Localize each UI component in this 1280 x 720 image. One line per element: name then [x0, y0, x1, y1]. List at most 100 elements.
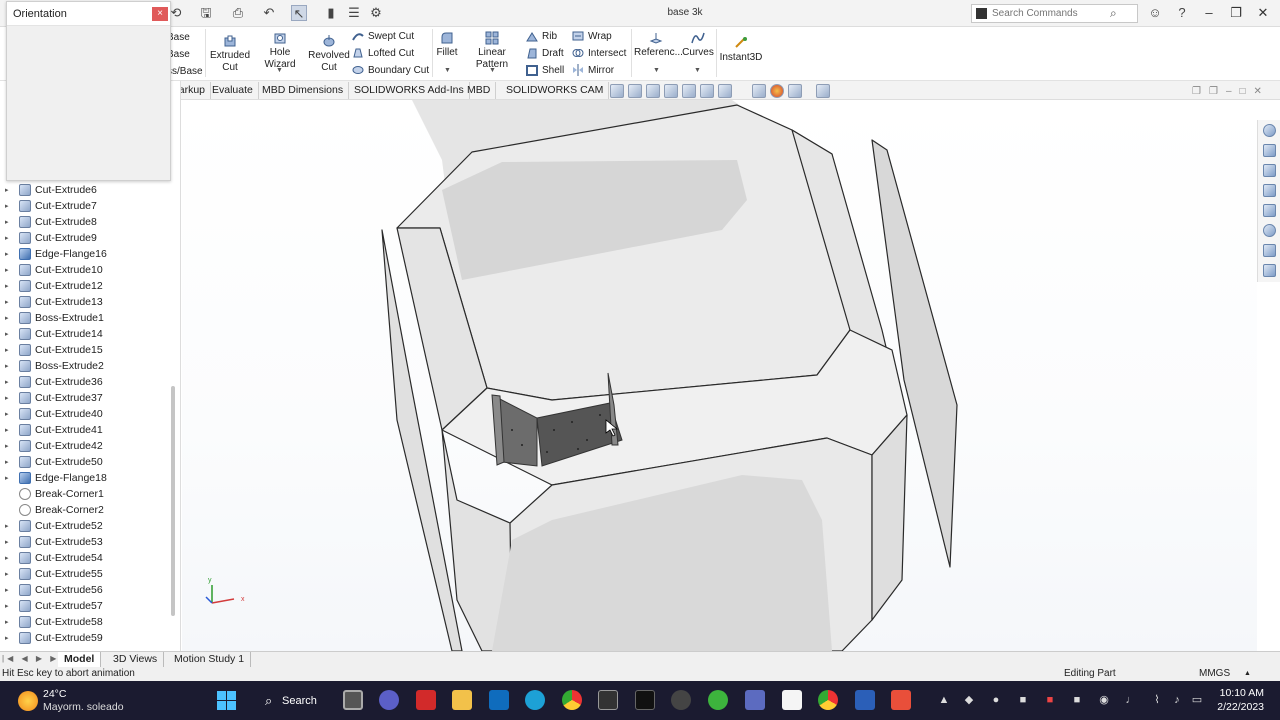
expand-arrow-icon[interactable]: ▸	[5, 362, 13, 370]
chrome-app-icon-2[interactable]	[818, 690, 838, 710]
tree-item[interactable]: Break-Corner1	[0, 486, 104, 502]
tree-item[interactable]: ▸ Boss-Extrude1	[0, 310, 104, 326]
tree-item[interactable]: ▸ Edge-Flange18	[0, 470, 107, 486]
tree-item[interactable]: ▸ Edge-Flange16	[0, 246, 107, 262]
viewport-close-icon[interactable]: ✕	[1254, 86, 1262, 97]
tree-item[interactable]: ▸ Cut-Extrude50	[0, 454, 103, 470]
extruded-cut-button[interactable]: Extruded Cut	[209, 34, 251, 74]
teams-chat-icon[interactable]	[379, 690, 399, 710]
draft-button[interactable]: Draft	[526, 45, 564, 61]
expand-arrow-icon[interactable]: ▸	[5, 442, 13, 450]
tray-icon-2[interactable]: ●	[989, 693, 1003, 707]
tab-mbd-dimensions[interactable]: MBD Dimensions	[257, 82, 350, 99]
tree-item[interactable]: ▸ Cut-Extrude59	[0, 630, 103, 646]
tree-item[interactable]: ▸ Cut-Extrude56	[0, 582, 103, 598]
expand-arrow-icon[interactable]: ▸	[5, 314, 13, 322]
tree-item[interactable]: ▸ Cut-Extrude40	[0, 406, 103, 422]
tray-icon-1[interactable]: ◆	[962, 693, 976, 707]
tree-item[interactable]: ▸ Cut-Extrude14	[0, 326, 103, 342]
expand-arrow-icon[interactable]: ▸	[5, 634, 13, 642]
app-icon-11[interactable]	[745, 690, 765, 710]
edit-appearance-icon[interactable]	[770, 84, 784, 98]
expand-arrow-icon[interactable]: ▸	[5, 538, 13, 546]
design-library-icon[interactable]	[1263, 164, 1276, 177]
microphone-icon[interactable]: ♩	[1124, 693, 1138, 707]
ribbon-item-boss-base[interactable]: ss/Base	[167, 63, 203, 79]
tree-item[interactable]: ▸ Cut-Extrude37	[0, 390, 103, 406]
tray-icon-3[interactable]: ■	[1016, 693, 1030, 707]
tray-icon-5[interactable]: ■	[1070, 693, 1084, 707]
tab-3d-views[interactable]: 3D Views	[107, 652, 165, 667]
app-icon-10[interactable]	[708, 690, 728, 710]
curves-dropdown-icon[interactable]: ▼	[694, 67, 701, 74]
graphics-viewport[interactable]: y x	[182, 100, 1257, 651]
options-gear-icon[interactable]: ⚙	[368, 5, 384, 21]
tree-item[interactable]: ▸ Cut-Extrude42	[0, 438, 103, 454]
section-view-icon[interactable]	[664, 84, 678, 98]
zoom-to-fit-icon[interactable]	[610, 84, 624, 98]
boundary-cut-button[interactable]: Boundary Cut	[352, 62, 429, 78]
edge-app-icon[interactable]	[525, 690, 545, 710]
tree-item[interactable]: ▸ Cut-Extrude9	[0, 230, 97, 246]
document-app-icon[interactable]	[782, 690, 802, 710]
expand-arrow-icon[interactable]: ▸	[5, 346, 13, 354]
wifi-icon[interactable]: ⌇	[1150, 693, 1164, 707]
viewport-tile-icon[interactable]: ❐	[1209, 86, 1218, 97]
print-icon[interactable]: ⎙	[230, 5, 246, 21]
instant3d-button[interactable]: Instant3D	[719, 36, 763, 64]
custom-properties-icon[interactable]	[1263, 244, 1276, 257]
solidworks-resources-icon[interactable]	[1263, 124, 1276, 137]
tree-item[interactable]: ▸ Cut-Extrude6	[0, 182, 97, 198]
weather-icon[interactable]	[18, 691, 38, 711]
pickit-app-icon[interactable]	[635, 690, 655, 710]
tray-icon-6[interactable]: ◉	[1097, 693, 1111, 707]
tree-item[interactable]: Break-Corner2	[0, 502, 104, 518]
view-orientation-icon[interactable]	[700, 84, 714, 98]
tab-solidworks-cam[interactable]: SOLIDWORKS CAM	[501, 82, 610, 99]
expand-arrow-icon[interactable]: ▸	[5, 458, 13, 466]
home-icon[interactable]	[1263, 144, 1276, 157]
help-icon[interactable]: ?	[1174, 5, 1190, 21]
rib-button[interactable]: Rib	[526, 28, 557, 44]
reference-geometry-button[interactable]: Referenc...	[634, 31, 683, 59]
reference-dropdown-icon[interactable]: ▼	[653, 67, 660, 74]
expand-arrow-icon[interactable]: ▸	[5, 282, 13, 290]
solidworks-app-icon[interactable]	[416, 690, 436, 710]
expand-arrow-icon[interactable]: ▸	[5, 250, 13, 258]
save-icon[interactable]: 🖫	[198, 5, 214, 21]
linear-pattern-button[interactable]: Linear Pattern	[462, 31, 522, 71]
rebuild-icon[interactable]: ▮	[323, 5, 339, 21]
taskbar-search-button[interactable]: ⌕ Search	[256, 689, 326, 713]
search-commands-box[interactable]: ⌕	[971, 4, 1138, 23]
expand-arrow-icon[interactable]: ▸	[5, 426, 13, 434]
tree-item[interactable]: ▸ Cut-Extrude55	[0, 566, 103, 582]
expand-arrow-icon[interactable]: ▸	[5, 266, 13, 274]
windows-start-icon[interactable]	[217, 691, 236, 710]
file-explorer-icon[interactable]	[1263, 184, 1276, 197]
volume-icon[interactable]: ♪	[1170, 693, 1184, 707]
tree-item[interactable]: ▸ Boss-Extrude2	[0, 358, 104, 374]
select-cursor-icon[interactable]: ↖	[291, 5, 307, 21]
app-icon-15[interactable]	[891, 690, 911, 710]
file-explorer-app-icon[interactable]	[452, 690, 472, 710]
curves-button[interactable]: Curves	[682, 31, 714, 59]
tree-item[interactable]: ▸ Cut-Extrude41	[0, 422, 103, 438]
tree-item[interactable]: ▸ Cut-Extrude10	[0, 262, 103, 278]
tree-item[interactable]: ▸ Cut-Extrude58	[0, 614, 103, 630]
tree-item[interactable]: ▸ Cut-Extrude36	[0, 374, 103, 390]
hide-show-items-icon[interactable]	[752, 84, 766, 98]
file-properties-icon[interactable]: ☰	[346, 5, 362, 21]
expand-arrow-icon[interactable]: ▸	[5, 554, 13, 562]
expand-arrow-icon[interactable]: ▸	[5, 330, 13, 338]
tree-item[interactable]: ▸ Cut-Extrude12	[0, 278, 103, 294]
minimize-button[interactable]: –	[1196, 4, 1222, 22]
zoom-to-area-icon[interactable]	[628, 84, 642, 98]
viewport-minimize-icon[interactable]: –	[1226, 86, 1232, 97]
expand-arrow-icon[interactable]: ▸	[5, 474, 13, 482]
tree-item[interactable]: ▸ Cut-Extrude15	[0, 342, 103, 358]
search-input[interactable]	[992, 8, 1110, 19]
fillet-button[interactable]: Fillet	[436, 31, 458, 59]
expand-arrow-icon[interactable]: ▸	[5, 618, 13, 626]
expand-arrow-icon[interactable]: ▸	[5, 186, 13, 194]
tree-item[interactable]: ▸ Cut-Extrude7	[0, 198, 97, 214]
